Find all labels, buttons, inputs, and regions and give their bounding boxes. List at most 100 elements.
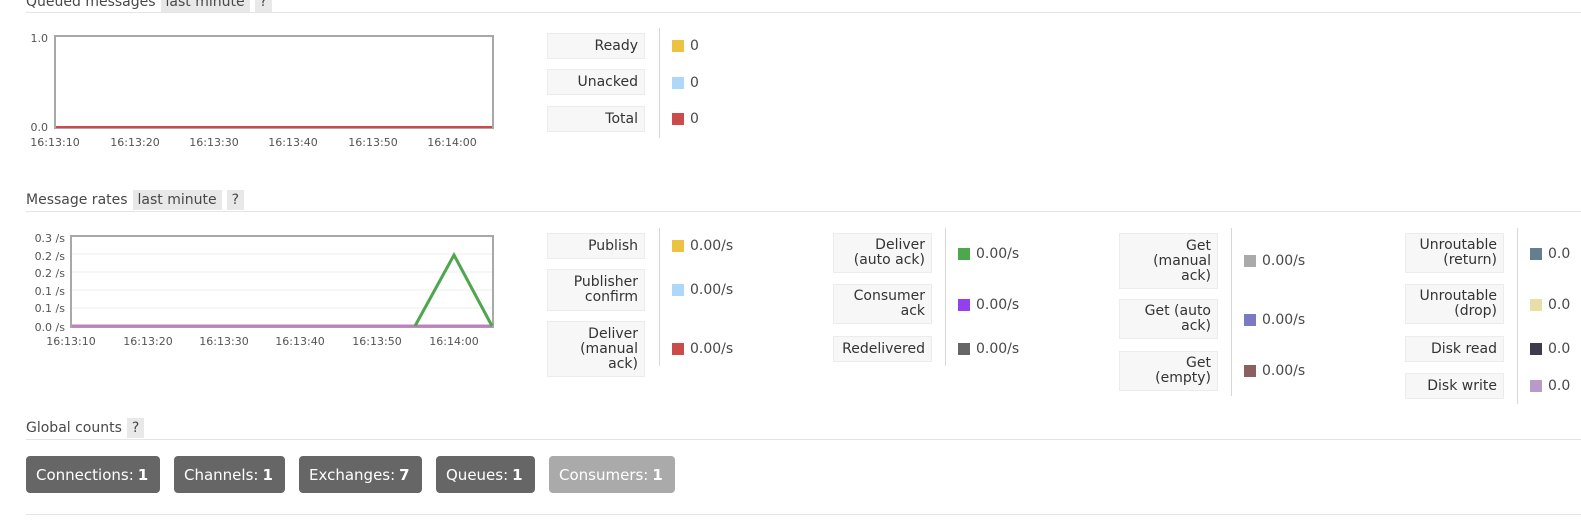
consumer-ack-rate: 0.00/s xyxy=(976,297,1020,313)
queued-messages-header: Queued messages last minute ? xyxy=(26,0,273,12)
rates-y-tick: 0.0 /s xyxy=(35,321,66,334)
rate-disk-write-label: Disk write xyxy=(1405,373,1504,399)
rates-y-tick: 0.2 /s xyxy=(35,267,66,280)
publish-rate: 0.00/s xyxy=(690,238,734,254)
swatch-icon xyxy=(958,299,970,311)
swatch-icon xyxy=(958,343,970,355)
rates-y-tick: 0.1 /s xyxy=(35,285,66,298)
rate-unroutable-return-label: Unroutable (return) xyxy=(1405,233,1504,273)
rate-publish-value: 0.00/s xyxy=(672,238,733,254)
total-count: 0 xyxy=(690,111,699,127)
rate-publish-label: Publish xyxy=(547,233,645,259)
queued-messages-title: Queued messages xyxy=(26,0,156,10)
unroutable-drop-rate: 0.0 xyxy=(1548,297,1571,313)
rates-x-tick: 16:14:00 xyxy=(429,335,478,348)
queued-help-button[interactable]: ? xyxy=(254,0,273,12)
message-rates-title: Message rates xyxy=(26,192,128,208)
connections-count-button[interactable]: Connections: 1 xyxy=(26,456,160,493)
legend-unacked-label: Unacked xyxy=(547,69,645,95)
deliver-auto-ack-rate: 0.00/s xyxy=(976,246,1020,262)
rate-disk-read-label: Disk read xyxy=(1405,336,1504,362)
rates-y-tick: 0.1 /s xyxy=(35,302,66,315)
swatch-icon xyxy=(672,113,684,125)
queued-legend-divider xyxy=(659,28,660,138)
legend-ready-value: 0 xyxy=(672,38,699,54)
queued-x-tick: 16:13:10 xyxy=(30,136,79,149)
rates-range-toggle[interactable]: last minute xyxy=(132,190,222,210)
exchanges-count-button[interactable]: Exchanges: 7 xyxy=(299,456,422,493)
rate-get-empty-value: 0.00/s xyxy=(1244,363,1305,379)
rates-col1-divider xyxy=(659,228,660,366)
queued-chart-frame xyxy=(54,35,494,129)
legend-ready-label: Ready xyxy=(547,33,645,59)
swatch-icon xyxy=(672,77,684,89)
global-counts-title: Global counts xyxy=(26,420,122,436)
queued-x-tick: 16:14:00 xyxy=(427,136,476,149)
swatch-icon xyxy=(672,240,684,252)
rates-divider xyxy=(26,211,1581,212)
rate-deliver-auto-ack-value: 0.00/s xyxy=(958,246,1019,262)
consumers-label: Consumers: xyxy=(559,465,649,484)
channels-count: 1 xyxy=(262,465,273,484)
rate-get-auto-ack-value: 0.00/s xyxy=(1244,312,1305,328)
get-empty-rate: 0.00/s xyxy=(1262,363,1306,379)
queues-count-button[interactable]: Queues: 1 xyxy=(436,456,535,493)
channels-count-button[interactable]: Channels: 1 xyxy=(174,456,285,493)
rate-consumer-ack-value: 0.00/s xyxy=(958,297,1019,313)
legend-unacked-value: 0 xyxy=(672,75,699,91)
ready-count: 0 xyxy=(690,38,699,54)
rate-redelivered-value: 0.00/s xyxy=(958,341,1019,357)
rates-y-tick: 0.2 /s xyxy=(35,250,66,263)
rate-redelivered-label: Redelivered xyxy=(833,336,932,362)
legend-total-value: 0 xyxy=(672,111,699,127)
rate-disk-read-value: 0.0 xyxy=(1530,341,1570,357)
exchanges-label: Exchanges: xyxy=(309,465,396,484)
swatch-icon xyxy=(958,248,970,260)
rate-publisher-confirm-value: 0.00/s xyxy=(672,282,733,298)
rate-disk-write-value: 0.0 xyxy=(1530,378,1570,394)
queued-divider xyxy=(26,12,1581,13)
swatch-icon xyxy=(672,343,684,355)
rate-publisher-confirm-label: Publisher confirm xyxy=(547,269,645,311)
swatch-icon xyxy=(1530,380,1542,392)
rate-get-empty-label: Get (empty) xyxy=(1119,351,1218,391)
deliver-manual-ack-rate: 0.00/s xyxy=(690,341,734,357)
rates-col3-divider xyxy=(1231,228,1232,396)
queued-x-tick: 16:13:20 xyxy=(110,136,159,149)
queues-label: Queues: xyxy=(446,465,509,484)
unacked-count: 0 xyxy=(690,75,699,91)
rate-get-auto-ack-label: Get (auto ack) xyxy=(1119,299,1218,339)
publisher-confirm-rate: 0.00/s xyxy=(690,282,734,298)
get-manual-ack-rate: 0.00/s xyxy=(1262,253,1306,269)
queued-x-tick: 16:13:30 xyxy=(189,136,238,149)
rates-help-button[interactable]: ? xyxy=(226,190,245,210)
queues-count: 1 xyxy=(512,465,523,484)
rates-col4-divider xyxy=(1517,228,1518,404)
rate-deliver-manual-ack-label: Deliver (manual ack) xyxy=(547,321,645,377)
rate-consumer-ack-label: Consumer ack xyxy=(833,284,932,324)
rates-x-tick: 16:13:30 xyxy=(199,335,248,348)
swatch-icon xyxy=(1530,299,1542,311)
legend-total-label: Total xyxy=(547,106,645,132)
consumers-count-button[interactable]: Consumers: 1 xyxy=(549,456,675,493)
disk-write-rate: 0.0 xyxy=(1548,378,1571,394)
swatch-icon xyxy=(672,40,684,52)
rate-unroutable-return-value: 0.0 xyxy=(1530,246,1570,262)
rate-deliver-auto-ack-label: Deliver (auto ack) xyxy=(833,233,932,273)
connections-label: Connections: xyxy=(36,465,134,484)
swatch-icon xyxy=(672,284,684,296)
rates-chart: 0.3 /s 0.2 /s 0.2 /s 0.1 /s 0.1 /s 0.0 /… xyxy=(35,232,494,348)
channels-label: Channels: xyxy=(184,465,259,484)
queued-chart: 1.0 0.0 16:13:10 16:13:20 16:13:30 16:13… xyxy=(30,32,494,149)
redelivered-rate: 0.00/s xyxy=(976,341,1020,357)
rate-unroutable-drop-value: 0.0 xyxy=(1530,297,1570,313)
global-help-button[interactable]: ? xyxy=(126,418,145,438)
connections-count: 1 xyxy=(137,465,149,484)
global-divider xyxy=(26,439,1581,440)
rate-get-manual-ack-value: 0.00/s xyxy=(1244,253,1305,269)
queued-x-tick: 16:13:50 xyxy=(348,136,397,149)
global-counts-header: Global counts ? xyxy=(26,418,145,438)
message-rates-header: Message rates last minute ? xyxy=(26,190,245,210)
get-auto-ack-rate: 0.00/s xyxy=(1262,312,1306,328)
queued-range-toggle[interactable]: last minute xyxy=(160,0,250,12)
